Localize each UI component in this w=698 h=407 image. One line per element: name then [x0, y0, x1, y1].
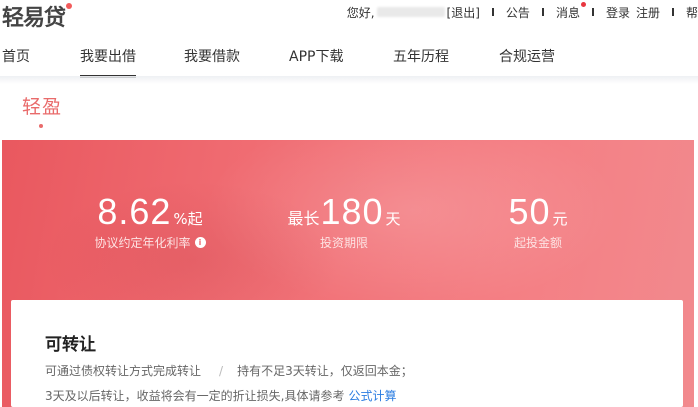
rate-value: 8.62 — [97, 191, 172, 232]
top-bar: 轻易贷 您好, [退出] 公告 消息 登录 注册 帮 — [0, 0, 698, 36]
min-value: 50 — [508, 191, 551, 232]
stat-min-amount: 50 元 起投金额 — [448, 192, 628, 251]
help-link[interactable]: 帮 — [686, 4, 698, 21]
nav-app-download[interactable]: APP下载 — [289, 46, 343, 66]
card-separator: / — [219, 364, 224, 378]
min-unit: 元 — [552, 210, 568, 228]
main-nav: 首页 我要出借 我要借款 APP下载 五年历程 合规运营 — [0, 36, 698, 78]
nav-invest[interactable]: 我要出借 — [80, 46, 136, 78]
card-text-b: 持有不足3天转让，仅返回本金； — [237, 364, 413, 378]
message-link[interactable]: 消息 — [555, 1, 586, 21]
stat-term: 最长180 天 投资期限 — [254, 192, 434, 251]
separator — [541, 8, 544, 16]
separator — [591, 8, 594, 16]
nav-home[interactable]: 首页 — [2, 46, 30, 66]
register-link[interactable]: 注册 — [636, 4, 660, 21]
top-links: 您好, [退出] 公告 消息 登录 注册 帮 — [346, 1, 698, 21]
stat-rate: 8.62 %起 协议约定年化利率 i — [60, 192, 240, 251]
nav-history[interactable]: 五年历程 — [393, 46, 449, 66]
message-badge-dot — [580, 1, 586, 7]
term-value: 180 — [320, 191, 384, 232]
card-line-1: 可通过债权转让方式完成转让 / 持有不足3天转让，仅返回本金； — [45, 362, 413, 379]
transfer-info-card: 可转让 可通过债权转让方式完成转让 / 持有不足3天转让，仅返回本金； 3天及以后转… — [11, 300, 683, 407]
rate-label: 协议约定年化利率 — [94, 236, 191, 250]
logout-link[interactable]: [退出] — [447, 4, 480, 21]
term-prefix: 最长 — [287, 209, 320, 228]
card-text-a: 可通过债权转让方式完成转让 — [45, 364, 202, 378]
card-title: 可转让 — [45, 335, 96, 355]
message-label: 消息 — [555, 5, 580, 20]
site-logo[interactable]: 轻易贷 — [2, 0, 66, 32]
card-line-2: 3天及以后转让，收益将会有一定的折让损失,具体请参考 公式计算 — [45, 387, 396, 404]
nav-compliance[interactable]: 合规运营 — [499, 46, 555, 66]
nav-shadow — [0, 76, 698, 84]
card-text-c: 3天及以后转让，收益将会有一定的折让损失,具体请参考 — [45, 389, 345, 403]
term-unit: 天 — [385, 210, 401, 228]
info-icon[interactable]: i — [194, 237, 206, 248]
separator — [491, 8, 494, 16]
announcement-link[interactable]: 公告 — [506, 4, 530, 21]
logo-dot — [66, 3, 72, 9]
min-label: 起投金额 — [513, 236, 562, 250]
term-label: 投资期限 — [319, 236, 368, 250]
product-indicator-dot — [39, 124, 43, 128]
login-link[interactable]: 登录 — [606, 4, 630, 21]
username-blurred — [376, 7, 445, 17]
hero-edge — [694, 140, 698, 407]
product-title: 轻盈 — [22, 96, 63, 118]
formula-link[interactable]: 公式计算 — [348, 389, 396, 403]
greeting-text: 您好, — [346, 5, 375, 20]
rate-unit: %起 — [173, 210, 203, 228]
nav-borrow[interactable]: 我要借款 — [184, 46, 240, 66]
separator — [671, 8, 674, 16]
